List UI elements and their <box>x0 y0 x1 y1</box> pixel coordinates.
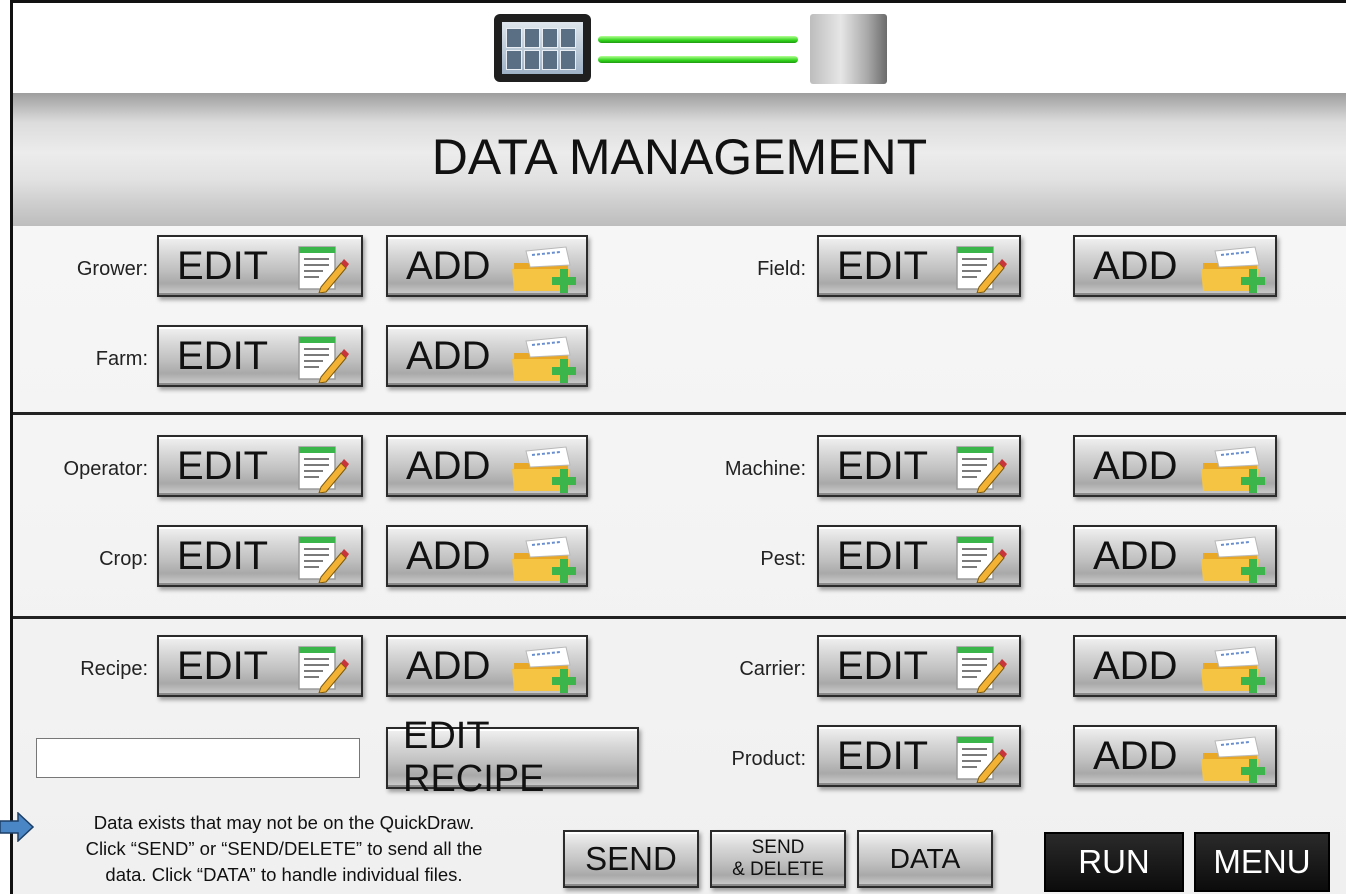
pest-add-button[interactable]: ADD <box>1073 525 1277 587</box>
send-delete-label-top: SEND <box>751 837 805 858</box>
field-edit-button[interactable]: EDIT <box>817 235 1021 297</box>
page-title: DATA MANAGEMENT <box>431 129 928 185</box>
crop-edit-button[interactable]: EDIT <box>157 525 363 587</box>
pest-edit-button[interactable]: EDIT <box>817 525 1021 587</box>
edit-recipe-button[interactable]: EDIT RECIPE <box>386 715 639 800</box>
pest-label: Pest: <box>760 548 806 570</box>
connection-link-icon <box>598 56 798 63</box>
notepad-pencil-icon <box>949 443 1007 493</box>
run-label: RUN <box>1078 843 1150 880</box>
folder-plus-icon <box>508 443 584 493</box>
send-delete-label-bottom: & DELETE <box>732 859 824 880</box>
carrier-edit-label: EDIT <box>837 643 929 688</box>
grower-edit-button[interactable]: EDIT <box>157 235 363 297</box>
folder-plus-icon <box>1197 443 1273 493</box>
operator-add-label: ADD <box>406 443 491 488</box>
connection-status-bar <box>13 3 1346 93</box>
operator-edit-label: EDIT <box>177 443 269 488</box>
notepad-pencil-icon <box>291 533 349 583</box>
folder-plus-icon <box>508 333 584 383</box>
recipe-label: Recipe: <box>80 658 148 680</box>
product-label: Product: <box>731 748 806 770</box>
machine-add-button[interactable]: ADD <box>1073 435 1277 497</box>
farm-edit-button[interactable]: EDIT <box>157 325 363 387</box>
field-edit-label: EDIT <box>837 243 929 288</box>
section-divider <box>13 412 1346 415</box>
connection-link-icon <box>598 36 798 43</box>
recipe-add-button[interactable]: ADD <box>386 635 588 697</box>
crop-add-label: ADD <box>406 533 491 578</box>
notice-line-3: data. Click “DATA” to handle individual … <box>105 864 463 885</box>
field-add-button[interactable]: ADD <box>1073 235 1277 297</box>
product-add-button[interactable]: ADD <box>1073 725 1277 787</box>
machine-edit-label: EDIT <box>837 443 929 488</box>
product-edit-label: EDIT <box>837 733 929 778</box>
folder-plus-icon <box>508 243 584 293</box>
notice-line-2: Click “SEND” or “SEND/DELETE” to send al… <box>85 838 483 859</box>
edit-recipe-label: EDIT RECIPE <box>403 715 545 800</box>
send-button[interactable]: SEND <box>563 830 699 888</box>
farm-add-label: ADD <box>406 333 491 378</box>
farm-label: Farm: <box>95 348 148 370</box>
carrier-edit-button[interactable]: EDIT <box>817 635 1021 697</box>
farm-add-button[interactable]: ADD <box>386 325 588 387</box>
notepad-pencil-icon <box>291 333 349 383</box>
grower-add-label: ADD <box>406 243 491 288</box>
quickdraw-machine-icon <box>810 14 887 84</box>
field-add-label: ADD <box>1093 243 1178 288</box>
folder-plus-icon <box>1197 243 1273 293</box>
notepad-pencil-icon <box>949 733 1007 783</box>
folder-plus-icon <box>1197 643 1273 693</box>
operator-edit-button[interactable]: EDIT <box>157 435 363 497</box>
folder-plus-icon <box>1197 533 1273 583</box>
product-add-label: ADD <box>1093 733 1178 778</box>
carrier-label: Carrier: <box>739 658 806 680</box>
crop-label: Crop: <box>99 548 148 570</box>
unsent-data-notice: Data exists that may not be on the Quick… <box>14 810 554 888</box>
menu-button[interactable]: MENU <box>1194 832 1330 892</box>
operator-add-button[interactable]: ADD <box>386 435 588 497</box>
carrier-add-label: ADD <box>1093 643 1178 688</box>
recipe-name-field[interactable] <box>36 738 360 778</box>
grower-label: Grower: <box>76 258 148 280</box>
section-divider <box>13 616 1346 619</box>
tablet-icon <box>494 14 591 82</box>
product-edit-button[interactable]: EDIT <box>817 725 1021 787</box>
folder-plus-icon <box>1197 733 1273 783</box>
machine-label: Machine: <box>724 458 806 480</box>
notepad-pencil-icon <box>949 643 1007 693</box>
pest-add-label: ADD <box>1093 533 1178 578</box>
data-button[interactable]: DATA <box>857 830 993 888</box>
folder-plus-icon <box>508 533 584 583</box>
send-label: SEND <box>585 840 677 877</box>
folder-plus-icon <box>508 643 584 693</box>
run-button[interactable]: RUN <box>1044 832 1184 892</box>
crop-add-button[interactable]: ADD <box>386 525 588 587</box>
operator-label: Operator: <box>63 458 148 480</box>
grower-add-button[interactable]: ADD <box>386 235 588 297</box>
send-delete-button[interactable]: SEND & DELETE <box>710 830 846 888</box>
data-label: DATA <box>889 843 961 874</box>
pest-edit-label: EDIT <box>837 533 929 578</box>
field-label: Field: <box>757 258 806 280</box>
grower-edit-label: EDIT <box>177 243 269 288</box>
crop-edit-label: EDIT <box>177 533 269 578</box>
machine-edit-button[interactable]: EDIT <box>817 435 1021 497</box>
menu-label: MENU <box>1213 843 1311 880</box>
notepad-pencil-icon <box>949 533 1007 583</box>
notepad-pencil-icon <box>291 443 349 493</box>
recipe-edit-label: EDIT <box>177 643 269 688</box>
machine-add-label: ADD <box>1093 443 1178 488</box>
carrier-add-button[interactable]: ADD <box>1073 635 1277 697</box>
recipe-add-label: ADD <box>406 643 491 688</box>
recipe-edit-button[interactable]: EDIT <box>157 635 363 697</box>
notepad-pencil-icon <box>291 643 349 693</box>
notepad-pencil-icon <box>291 243 349 293</box>
notice-line-1: Data exists that may not be on the Quick… <box>93 812 475 833</box>
farm-edit-label: EDIT <box>177 333 269 378</box>
notepad-pencil-icon <box>949 243 1007 293</box>
